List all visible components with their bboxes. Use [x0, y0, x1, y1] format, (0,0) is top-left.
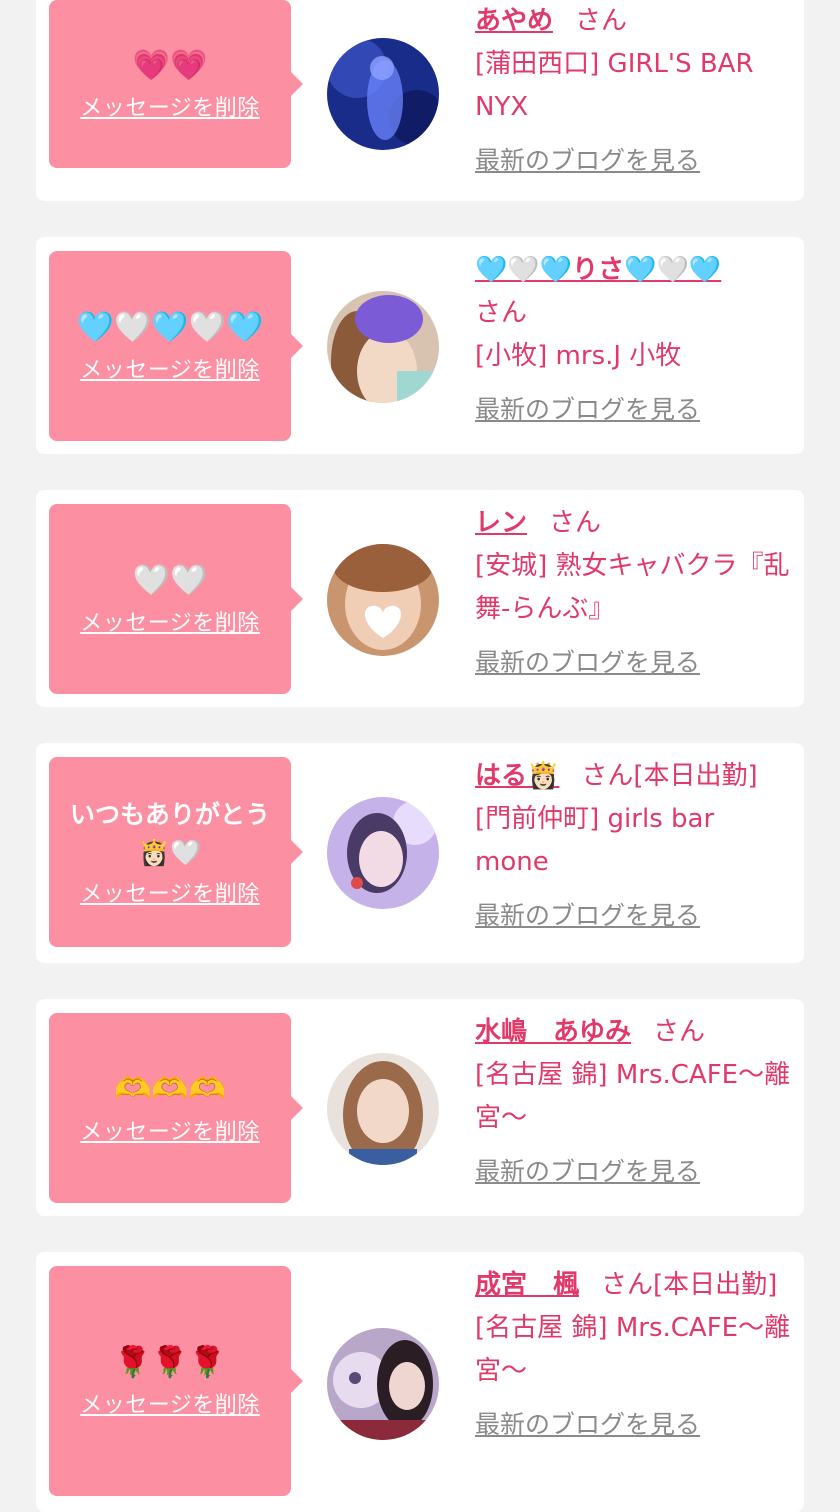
- delete-message-link[interactable]: メッセージを削除: [80, 876, 260, 908]
- avatar-image: [327, 38, 439, 150]
- name-suffix: さん: [653, 1017, 706, 1047]
- delete-message-link[interactable]: メッセージを削除: [80, 352, 260, 384]
- latest-blog-link[interactable]: 最新のブログを見る: [475, 1403, 795, 1446]
- message-bubble: いつもありがとう👸🏻🤍 メッセージを削除: [49, 757, 303, 947]
- latest-blog-link[interactable]: 最新のブログを見る: [475, 139, 795, 182]
- message-bubble: 💗💗 メッセージを削除: [49, 0, 303, 168]
- avatar-image: [327, 1328, 439, 1440]
- avatar[interactable]: [327, 291, 439, 403]
- name-suffix: さん: [475, 298, 528, 328]
- latest-blog-link[interactable]: 最新のブログを見る: [475, 641, 795, 684]
- shop-name: [門前仲町] girls bar mone: [475, 804, 715, 877]
- avatar-image: [327, 1053, 439, 1165]
- message-bubble: 🌹🌹🌹 メッセージを削除: [49, 1266, 303, 1496]
- avatar-image: [327, 291, 439, 403]
- avatar[interactable]: [327, 38, 439, 150]
- cast-info: はる👸🏻 さん[本日出勤] [門前仲町] girls bar mone 最新のブロ…: [475, 755, 795, 937]
- shop-name: [小牧] mrs.J 小牧: [475, 341, 682, 371]
- avatar-image: [327, 544, 439, 656]
- latest-blog-link[interactable]: 最新のブログを見る: [475, 894, 795, 937]
- latest-blog-link[interactable]: 最新のブログを見る: [475, 1150, 795, 1193]
- message-bubble: 🤍🤍 メッセージを削除: [49, 504, 303, 694]
- message-stamp: いつもありがとう👸🏻🤍: [69, 800, 270, 867]
- cast-info: あやめ さん [蒲田西口] GIRL'S BAR NYX 最新のブログを見る: [475, 0, 795, 182]
- cast-info: 成宮 楓さん[本日出勤] [名古屋 錦] Mrs.CAFE〜離宮〜 最新のブログ…: [475, 1264, 795, 1446]
- message-stamp: 🤍🤍: [132, 563, 208, 598]
- cast-name-link[interactable]: 水嶋 あゆみ: [475, 1017, 631, 1047]
- shop-name: [名古屋 錦] Mrs.CAFE〜離宮〜: [475, 1313, 791, 1386]
- cast-info: 🩵🤍🩵りさ🩵🤍🩵 さん [小牧] mrs.J 小牧 最新のブログを見る: [475, 249, 795, 431]
- favorite-card: 🤍🤍 メッセージを削除 レン さん [安城] 熟女キャバクラ『乱舞-らんぶ』 最新…: [36, 490, 804, 707]
- message-bubble: 🩵🤍🩵🤍🩵 メッセージを削除: [49, 251, 303, 441]
- message-bubble: 🫶🫶🫶 メッセージを削除: [49, 1013, 303, 1203]
- avatar[interactable]: [327, 797, 439, 909]
- avatar[interactable]: [327, 544, 439, 656]
- shop-name: [名古屋 錦] Mrs.CAFE〜離宮〜: [475, 1060, 791, 1133]
- favorite-card: いつもありがとう👸🏻🤍 メッセージを削除 はる👸🏻 さん[本日出勤] [門前仲町]…: [36, 743, 804, 963]
- avatar-image: [327, 797, 439, 909]
- name-suffix: さん[本日出勤]: [601, 1270, 778, 1300]
- message-stamp: 💗💗: [132, 48, 208, 83]
- delete-message-link[interactable]: メッセージを削除: [80, 605, 260, 637]
- favorite-card: 🫶🫶🫶 メッセージを削除 水嶋 あゆみ さん [名古屋 錦] Mrs.CAFE〜離…: [36, 999, 804, 1216]
- favorite-card: 🩵🤍🩵🤍🩵 メッセージを削除 🩵🤍🩵りさ🩵🤍🩵 さん [小牧] mrs.J 小牧 …: [36, 237, 804, 454]
- name-suffix: さん: [549, 508, 602, 538]
- cast-name-link[interactable]: 成宮 楓: [475, 1270, 579, 1300]
- cast-name-link[interactable]: 🩵🤍🩵りさ🩵🤍🩵: [475, 255, 721, 285]
- name-suffix: さん: [575, 6, 628, 36]
- cast-name-link[interactable]: あやめ: [475, 6, 553, 36]
- cast-name-link[interactable]: レン: [475, 508, 527, 538]
- delete-message-link[interactable]: メッセージを削除: [80, 90, 260, 122]
- shop-name: [蒲田西口] GIRL'S BAR NYX: [475, 49, 754, 122]
- latest-blog-link[interactable]: 最新のブログを見る: [475, 388, 795, 431]
- favorite-card: 🌹🌹🌹 メッセージを削除 成宮 楓さん[本日出勤] [名古屋 錦] Mrs.CA…: [36, 1252, 804, 1512]
- message-stamp: 🩵🤍🩵🤍🩵: [76, 310, 264, 345]
- name-suffix: さん[本日出勤]: [581, 761, 758, 791]
- cast-info: レン さん [安城] 熟女キャバクラ『乱舞-らんぶ』 最新のブログを見る: [475, 502, 795, 684]
- delete-message-link[interactable]: メッセージを削除: [80, 1114, 260, 1146]
- cast-name-link[interactable]: はる👸🏻: [475, 761, 559, 791]
- message-stamp: 🫶🫶🫶: [113, 1072, 227, 1107]
- shop-name: [安城] 熟女キャバクラ『乱舞-らんぶ』: [475, 551, 790, 624]
- cast-info: 水嶋 あゆみ さん [名古屋 錦] Mrs.CAFE〜離宮〜 最新のブログを見る: [475, 1011, 795, 1193]
- avatar[interactable]: [327, 1328, 439, 1440]
- avatar[interactable]: [327, 1053, 439, 1165]
- message-stamp: 🌹🌹🌹: [113, 1345, 227, 1380]
- favorite-card: 💗💗 メッセージを削除 あやめ さん [蒲田西口] GIRL'S BAR NYX …: [36, 0, 804, 201]
- delete-message-link[interactable]: メッセージを削除: [80, 1387, 260, 1419]
